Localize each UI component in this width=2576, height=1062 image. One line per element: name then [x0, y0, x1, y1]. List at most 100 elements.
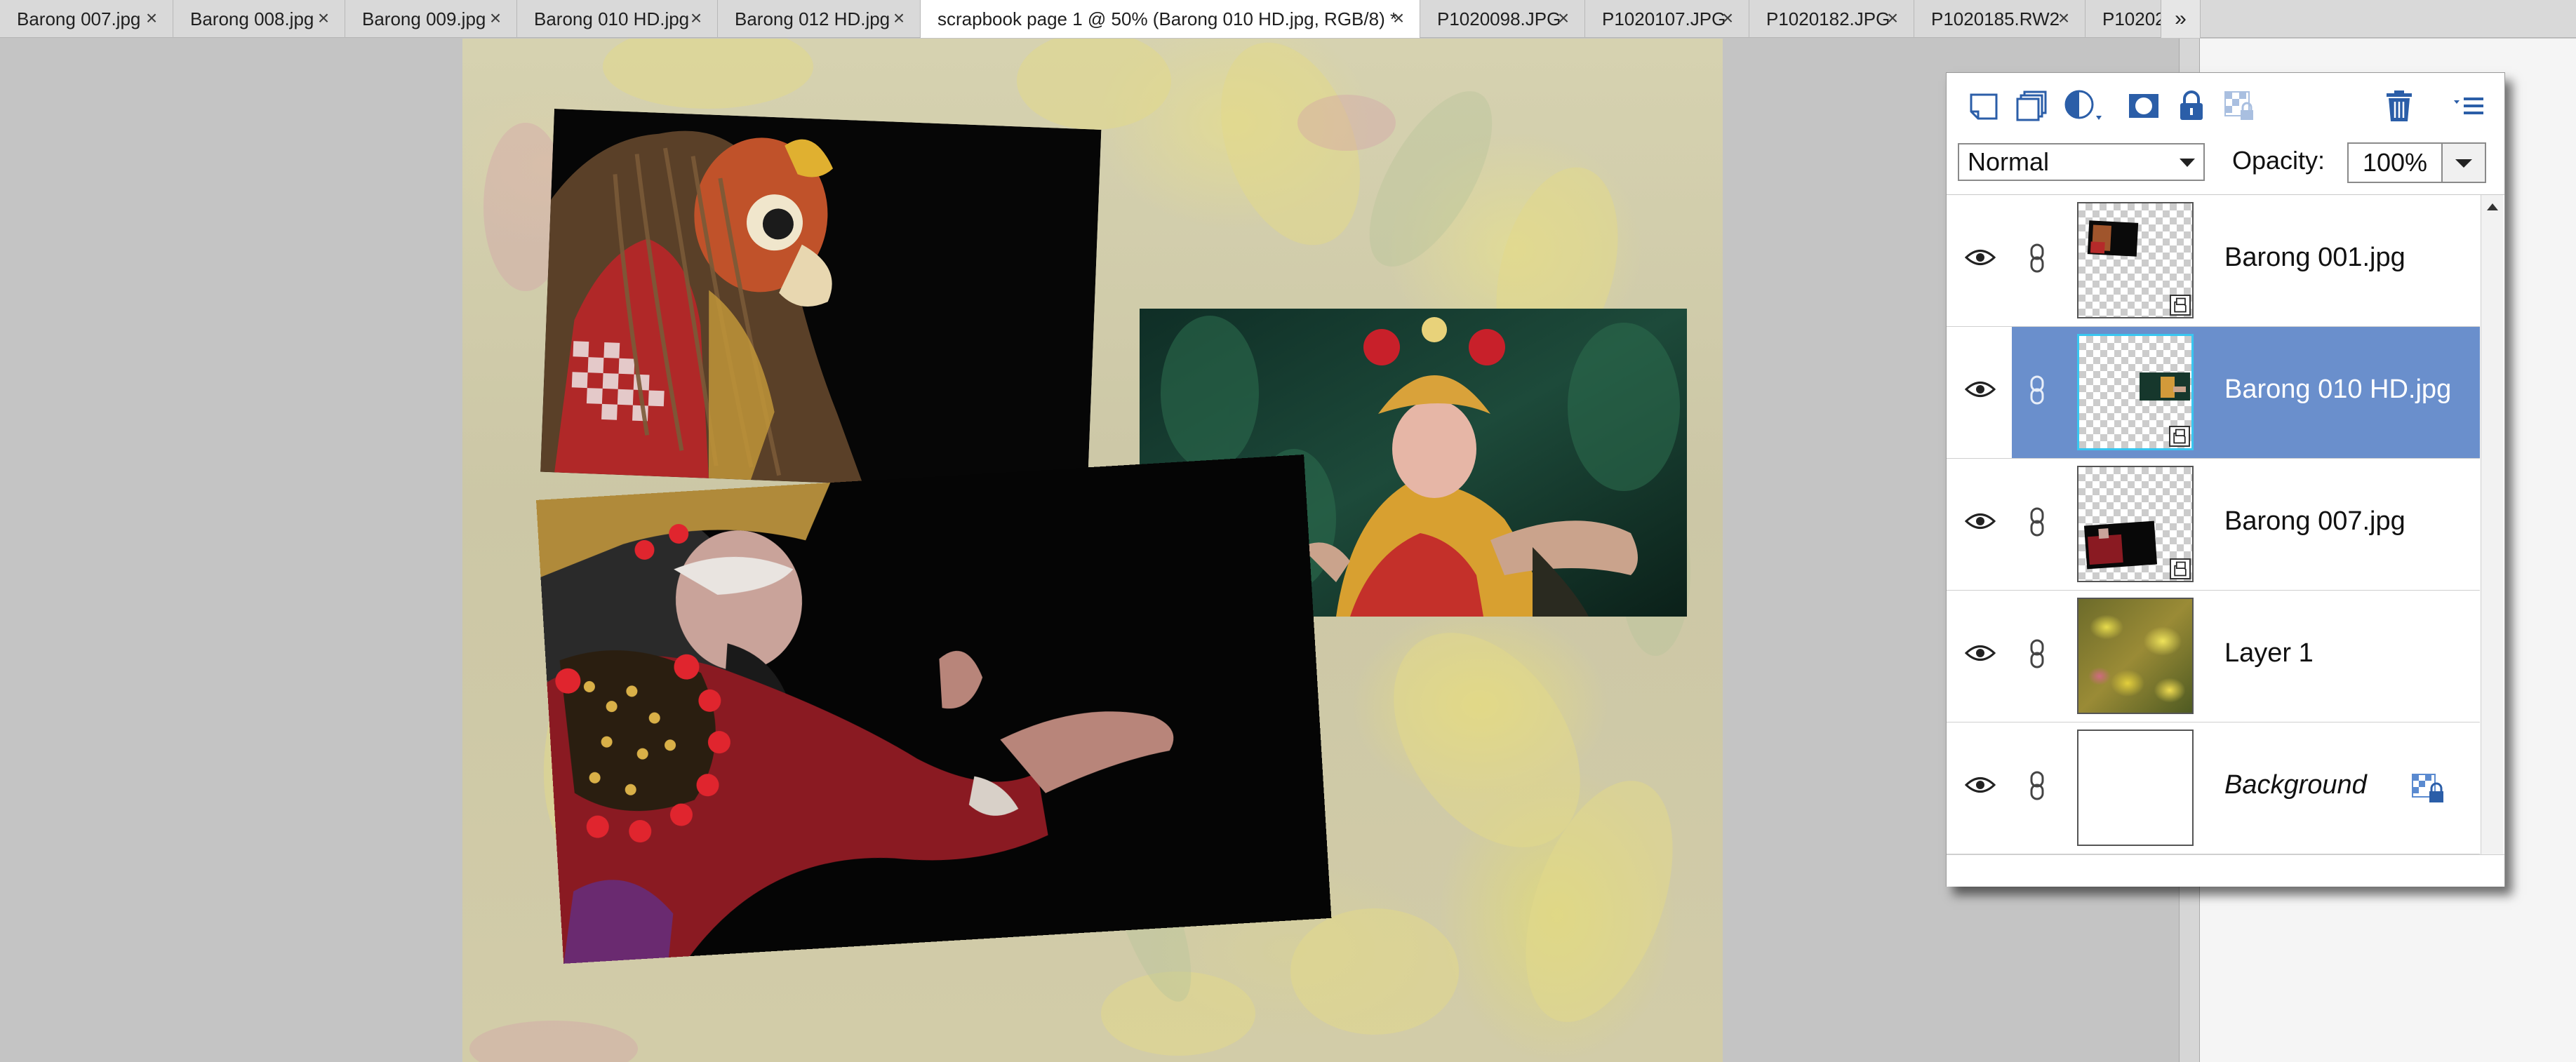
tab-p1020107[interactable]: P1020107.JPG × — [1585, 0, 1749, 38]
opacity-input[interactable]: 100% — [2347, 142, 2443, 183]
lock-all-button[interactable] — [2170, 84, 2213, 128]
link-chain-icon[interactable] — [2028, 506, 2046, 537]
close-icon[interactable]: × — [1884, 8, 1901, 28]
trash-icon — [2387, 90, 2412, 121]
delete-layer-button[interactable] — [2377, 84, 2421, 128]
close-icon[interactable]: × — [1719, 8, 1736, 28]
layer-name: Barong 001.jpg — [2224, 243, 2405, 272]
thumbnail-photo — [2083, 520, 2158, 570]
tab-p1020098[interactable]: P1020098.JPG × — [1420, 0, 1585, 38]
duplicate-layer-button[interactable] — [2010, 84, 2053, 128]
layer-thumbnail[interactable] — [2077, 730, 2194, 846]
layer-thumbnail[interactable] — [2077, 466, 2194, 582]
tab-label: P1020185.RW2 — [1931, 8, 2060, 29]
close-icon[interactable]: × — [487, 8, 504, 28]
close-icon[interactable]: × — [315, 8, 332, 28]
smart-object-icon — [2170, 295, 2191, 316]
new-layer-button[interactable] — [1962, 84, 2006, 128]
tab-label: P1020098.JPG — [1437, 8, 1561, 29]
dropdown-arrow-icon — [2180, 159, 2195, 167]
adjustment-layer-button[interactable] — [2059, 84, 2115, 128]
blend-mode-dropdown[interactable]: Normal — [1958, 143, 2205, 181]
layer-thumbnail[interactable] — [2077, 598, 2194, 714]
workspace: Normal Opacity: 100% Barong 001.jpg Baro… — [0, 39, 2576, 1062]
opacity-slider-button[interactable] — [2443, 142, 2486, 183]
layer-name: Barong 010 HD.jpg — [2224, 375, 2452, 404]
layer-row-background[interactable]: Background — [1947, 722, 2480, 854]
tab-label: Barong 010 HD.jpg — [534, 8, 690, 29]
document-tab-bar: Barong 007.jpg × Barong 008.jpg × Barong… — [0, 0, 2576, 38]
link-chain-icon[interactable] — [2028, 243, 2046, 274]
tab-label: P1020107.JPG — [1602, 8, 1726, 29]
layer-mask-icon — [2129, 94, 2158, 118]
visibility-eye-icon[interactable] — [1964, 379, 1996, 400]
locked-layer-icon[interactable] — [2410, 772, 2448, 807]
tab-p10202-truncated[interactable]: P10202 — [2086, 0, 2161, 38]
layer-row-barong-007[interactable]: Barong 007.jpg — [1947, 459, 2480, 591]
close-icon[interactable]: × — [1390, 8, 1407, 28]
visibility-eye-icon[interactable] — [1964, 511, 1996, 532]
layers-toolbar — [1947, 73, 2504, 136]
close-icon[interactable]: × — [1555, 8, 1572, 28]
close-icon[interactable]: × — [2055, 8, 2072, 28]
tab-scrapbook-page-1[interactable]: scrapbook page 1 @ 50% (Barong 010 HD.jp… — [921, 0, 1420, 38]
scroll-up-arrow-icon[interactable] — [2487, 203, 2498, 210]
layer-row-barong-010-hd[interactable]: Barong 010 HD.jpg — [1947, 327, 2480, 459]
blend-mode-value: Normal — [1968, 147, 2050, 176]
tab-barong-010-hd[interactable]: Barong 010 HD.jpg × — [517, 0, 718, 38]
layer-row-barong-001[interactable]: Barong 001.jpg — [1947, 195, 2480, 327]
adjustment-layer-icon — [2064, 90, 2102, 120]
smart-object-icon — [2170, 558, 2191, 579]
link-chain-icon[interactable] — [2028, 638, 2046, 669]
tab-barong-007[interactable]: Barong 007.jpg × — [0, 0, 173, 38]
layer-name: Background — [2224, 770, 2367, 800]
tab-overflow-button[interactable]: » — [2161, 0, 2201, 38]
panel-menu-icon — [2454, 98, 2483, 114]
photo-barong-007[interactable] — [536, 455, 1332, 964]
layer-name: Barong 007.jpg — [2224, 506, 2405, 536]
visibility-eye-icon[interactable] — [1964, 247, 1996, 268]
tab-barong-009[interactable]: Barong 009.jpg × — [345, 0, 517, 38]
close-icon[interactable]: × — [688, 8, 705, 28]
photo-barong-001[interactable] — [540, 109, 1102, 493]
tab-label: scrapbook page 1 @ 50% (Barong 010 HD.jp… — [937, 8, 1398, 29]
layer-name: Layer 1 — [2224, 638, 2314, 668]
document-canvas[interactable] — [462, 39, 1723, 1062]
tab-label: Barong 009.jpg — [362, 8, 486, 29]
opacity-label: Opacity: — [2232, 146, 2325, 175]
tab-label: Barong 007.jpg — [17, 8, 141, 29]
layer-list: Barong 001.jpg Barong 010 HD.jpg Barong … — [1947, 195, 2480, 854]
visibility-eye-icon[interactable] — [1964, 774, 1996, 795]
double-chevron-right-icon: » — [2175, 7, 2187, 30]
thumbnail-photo — [2087, 220, 2139, 257]
tab-p1020182[interactable]: P1020182.JPG × — [1749, 0, 1914, 38]
close-icon[interactable]: × — [143, 8, 160, 28]
lock-all-icon — [2180, 90, 2203, 120]
tab-label: P1020182.JPG — [1766, 8, 1890, 29]
panel-menu-button[interactable] — [2448, 84, 2491, 128]
tab-barong-008[interactable]: Barong 008.jpg × — [173, 0, 345, 38]
layer-thumbnail[interactable] — [2077, 202, 2194, 318]
layer-row-layer-1[interactable]: Layer 1 — [1947, 591, 2480, 722]
close-icon[interactable]: × — [890, 8, 907, 28]
add-layer-mask-button[interactable] — [2122, 84, 2165, 128]
dropdown-arrow-icon — [2455, 159, 2472, 168]
layers-scrollbar[interactable] — [2481, 195, 2503, 854]
tab-label: P10202 — [2102, 8, 2161, 29]
link-chain-icon[interactable] — [2028, 770, 2046, 801]
lock-transparency-icon — [2224, 91, 2253, 120]
visibility-eye-icon[interactable] — [1964, 643, 1996, 664]
new-layer-icon — [1970, 93, 1998, 120]
link-chain-icon[interactable] — [2028, 375, 2046, 405]
costumed-performer-image — [536, 455, 1332, 964]
tab-barong-012-hd[interactable]: Barong 012 HD.jpg × — [718, 0, 921, 38]
tab-bar-empty-space — [2201, 0, 2576, 37]
thumbnail-photo — [2140, 372, 2190, 401]
duplicate-layer-icon — [2016, 90, 2047, 121]
tab-label: Barong 012 HD.jpg — [735, 8, 890, 29]
tab-p1020185[interactable]: P1020185.RW2 × — [1914, 0, 2086, 38]
layers-panel: Normal Opacity: 100% Barong 001.jpg Baro… — [1946, 72, 2505, 887]
layers-panel-footer — [1947, 854, 2504, 887]
layer-thumbnail[interactable] — [2077, 334, 2194, 450]
lock-transparency-button[interactable] — [2217, 84, 2261, 128]
